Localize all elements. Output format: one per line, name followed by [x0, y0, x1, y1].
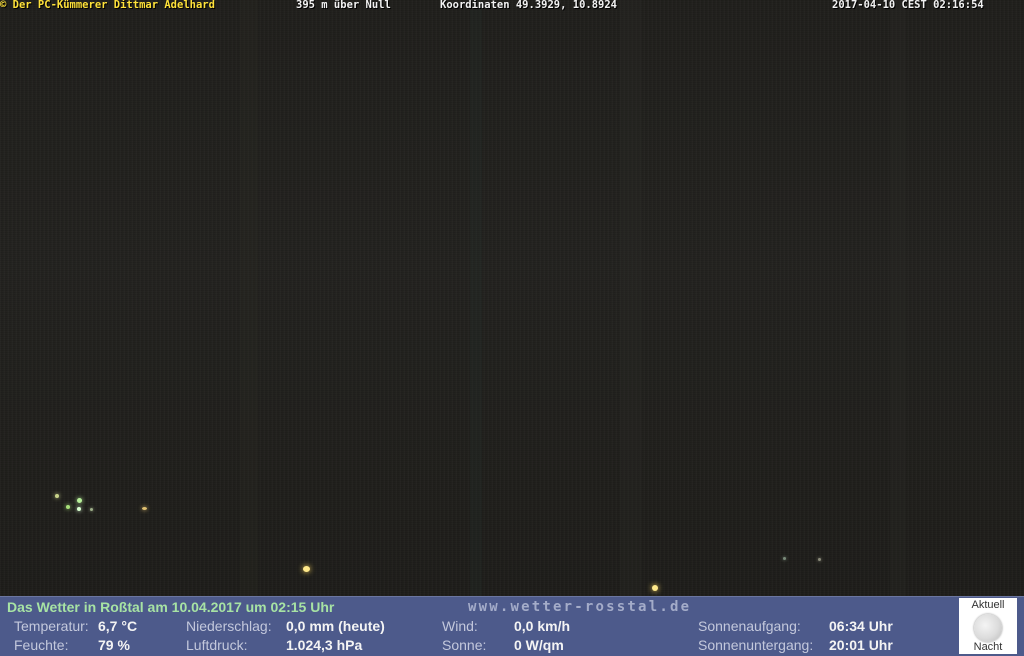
distant-light — [818, 558, 821, 561]
weather-title: Das Wetter in Roßtal am 10.04.2017 um 02… — [7, 599, 335, 615]
precipitation-label: Niederschlag: — [186, 618, 272, 634]
distant-light — [77, 498, 82, 503]
wind-label: Wind: — [442, 618, 478, 634]
moon-icon — [974, 614, 1002, 642]
webcam-image — [0, 0, 1024, 596]
distant-light — [90, 508, 93, 511]
timestamp-text: 2017-04-10 CEST 02:16:54 — [832, 0, 984, 11]
distant-light — [783, 557, 786, 560]
pressure-label: Luftdruck: — [186, 637, 248, 653]
distant-light — [55, 494, 59, 498]
pressure-value: 1.024,3 hPa — [286, 637, 363, 653]
moon-phase-top-label: Aktuell — [971, 599, 1005, 611]
moon-phase-box: Aktuell Nacht — [959, 598, 1017, 654]
copyright-text: © Der PC-Kümmerer Dittmar Adelhard — [0, 0, 215, 11]
moon-phase-bottom-label: Nacht — [973, 641, 1003, 653]
distant-light — [77, 507, 81, 511]
distant-light — [652, 585, 658, 591]
altitude-text: 395 m über Null — [296, 0, 391, 11]
temperature-value: 6,7 °C — [98, 618, 138, 634]
image-noise-band — [470, 0, 482, 596]
humidity-value: 79 % — [98, 637, 130, 653]
distant-light — [66, 505, 70, 509]
precipitation-value: 0,0 mm (heute) — [286, 618, 385, 634]
image-noise-band — [620, 0, 642, 596]
wind-value: 0,0 km/h — [514, 618, 571, 634]
distant-light — [142, 507, 147, 510]
coordinates-text: Koordinaten 49.3929, 10.8924 — [440, 0, 618, 11]
image-noise-band — [890, 0, 906, 596]
sunset-value: 20:01 Uhr — [829, 637, 893, 653]
temperature-label: Temperatur: — [14, 618, 89, 634]
camera-info-overlay: © Der PC-Kümmerer Dittmar Adelhard 395 m… — [0, 0, 1024, 12]
humidity-label: Feuchte: — [14, 637, 69, 653]
sunset-label: Sonnenuntergang: — [698, 637, 814, 653]
image-noise-band — [240, 0, 258, 596]
sun-value: 0 W/qm — [514, 637, 564, 653]
distant-light — [303, 566, 310, 572]
sun-label: Sonne: — [442, 637, 487, 653]
website-link[interactable]: www.wetter-rosstal.de — [468, 599, 691, 615]
sunrise-label: Sonnenaufgang: — [698, 618, 801, 634]
weather-info-bar: Das Wetter in Roßtal am 10.04.2017 um 02… — [0, 596, 1024, 656]
sunrise-value: 06:34 Uhr — [829, 618, 893, 634]
